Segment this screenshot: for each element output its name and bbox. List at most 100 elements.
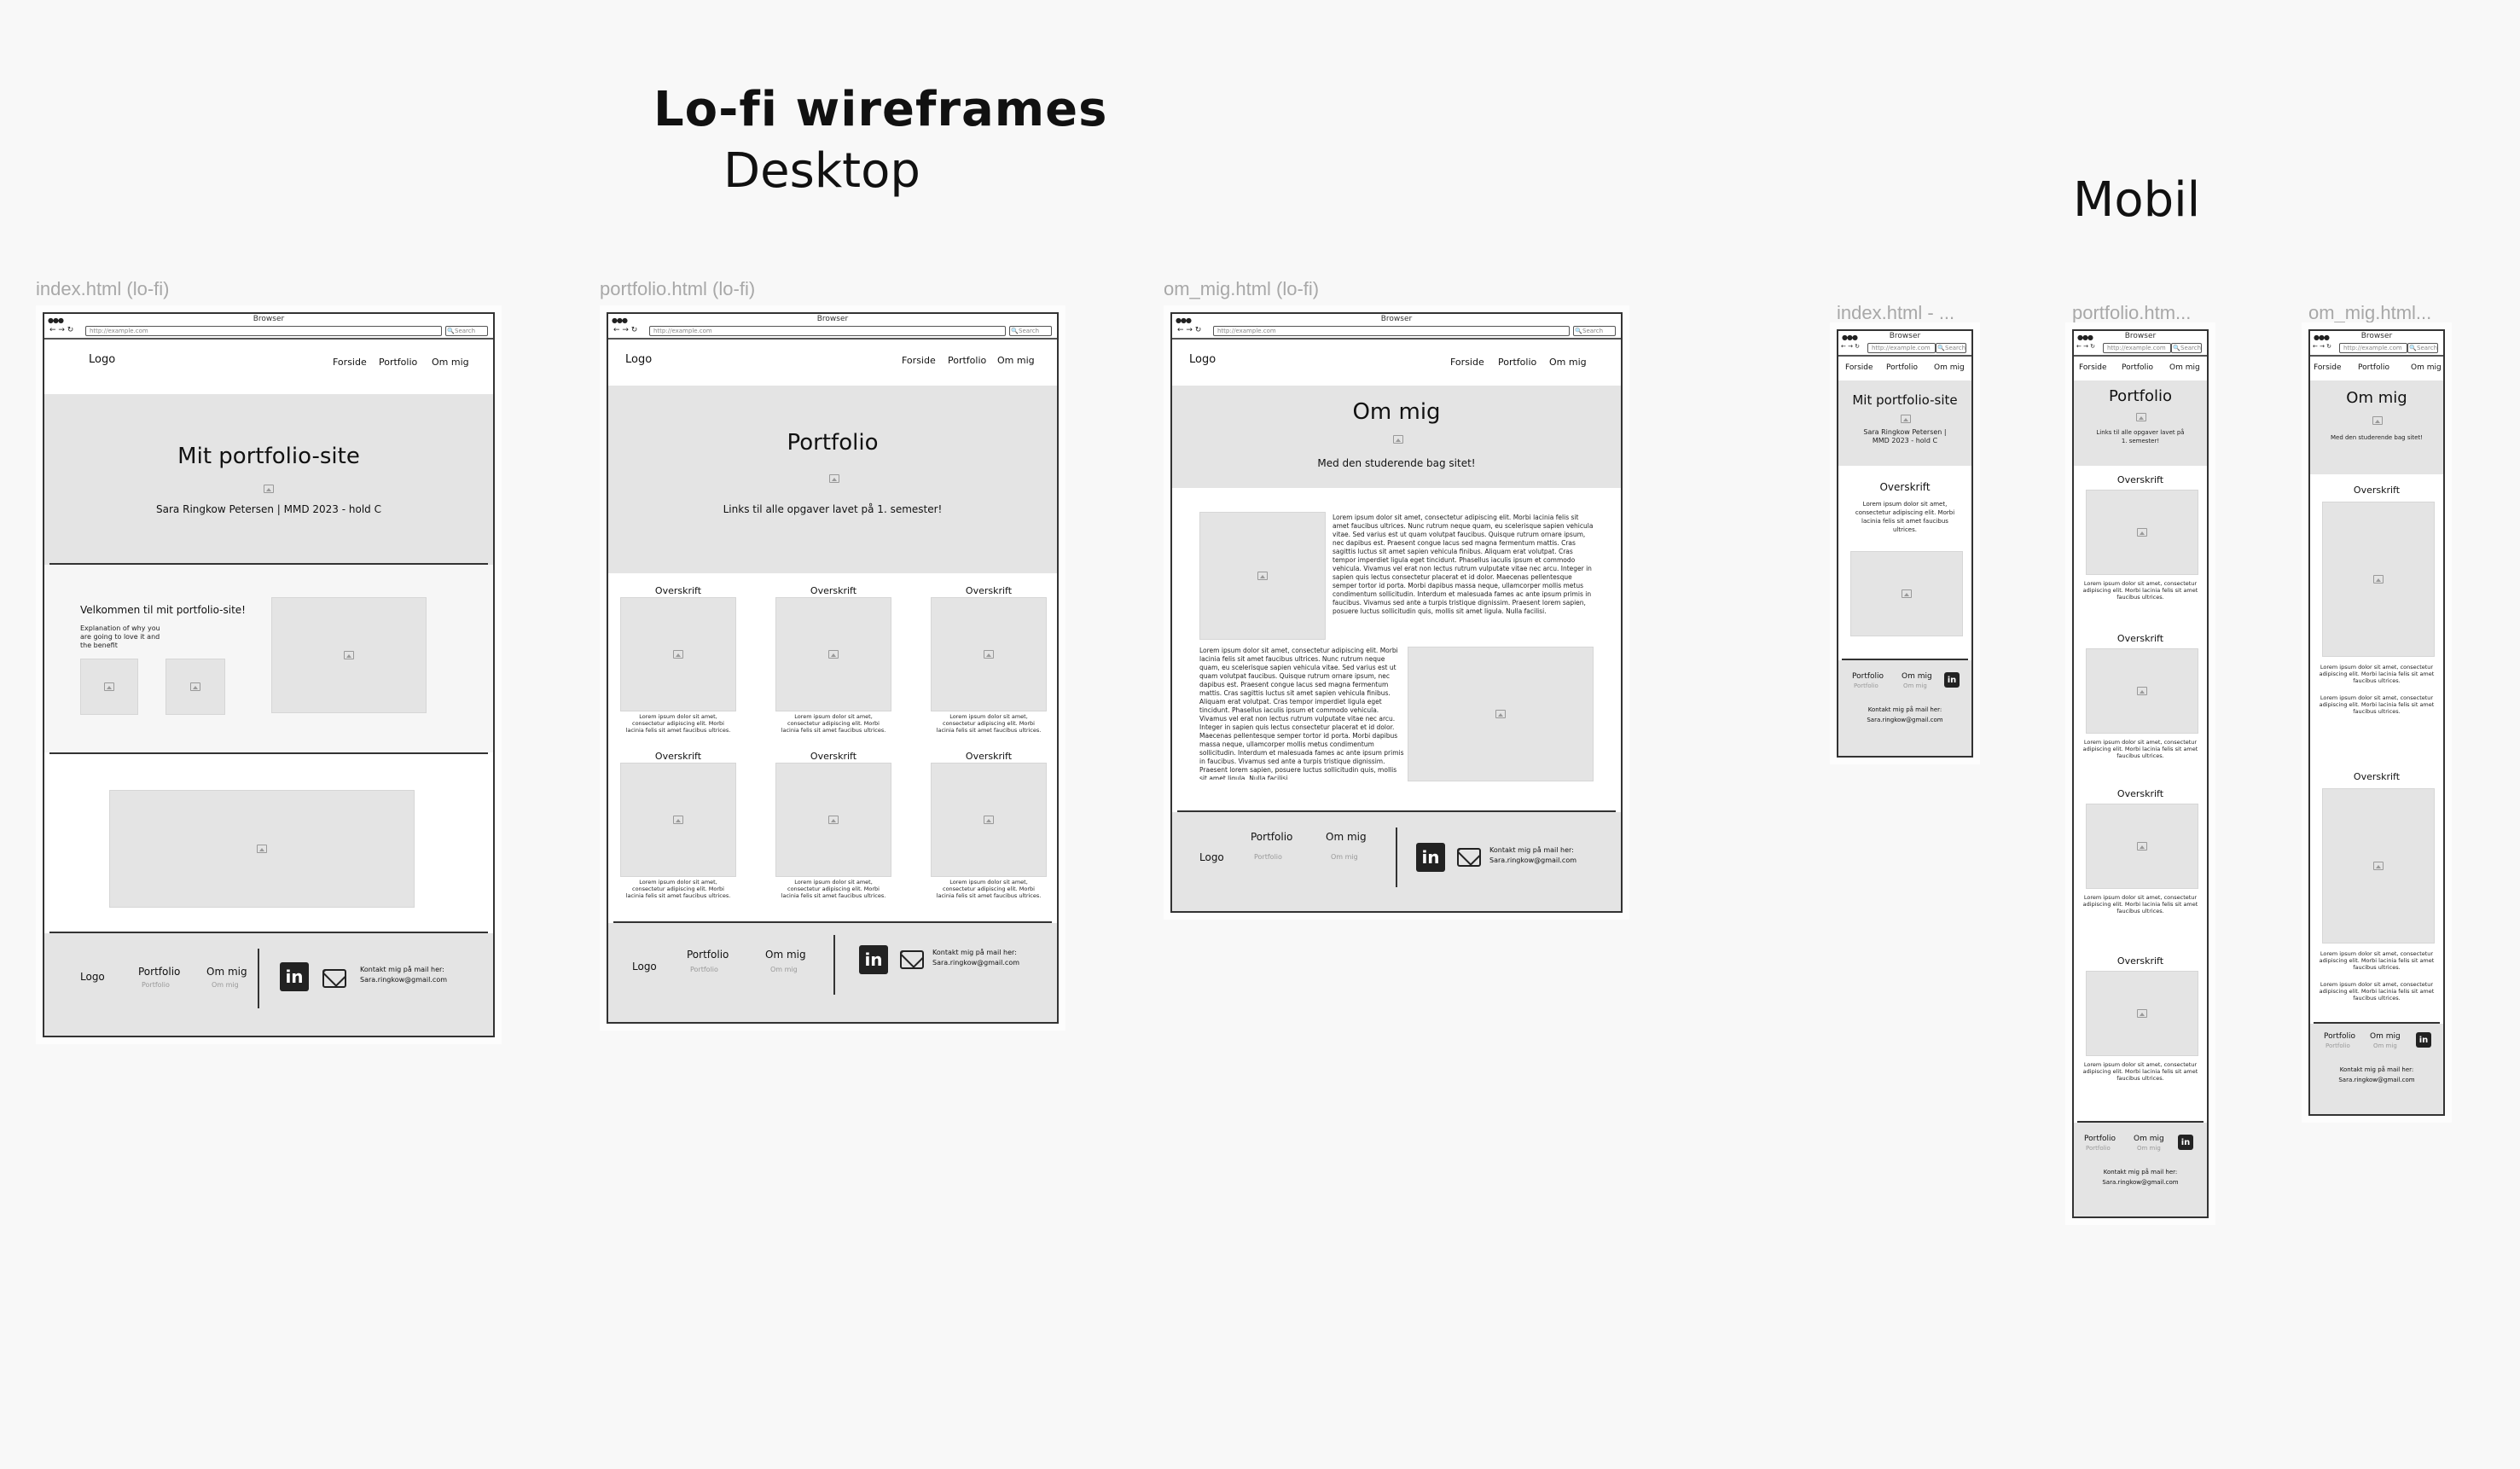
url-bar[interactable]: http://example.com xyxy=(1213,326,1570,336)
linkedin-icon[interactable]: in xyxy=(2178,1135,2193,1150)
nav-om-mig[interactable]: Om mig xyxy=(1934,363,1965,372)
frame-mobile-om-mig[interactable]: ●●● Browser ← → ↻ http://example.com Sea… xyxy=(2308,329,2445,1116)
linkedin-icon[interactable]: in xyxy=(1944,672,1960,688)
card-text: Lorem ipsum dolor sit amet, consectetur … xyxy=(2082,580,2198,601)
hero-section: Mit portfolio-site Sara Ringkow Petersen… xyxy=(44,394,493,565)
footer-link-portfolio[interactable]: Portfolio xyxy=(1852,672,1884,681)
footer-separator xyxy=(833,935,835,995)
footer-link-om-mig[interactable]: Om mig xyxy=(2134,1135,2164,1143)
section-text: Lorem ipsum dolor sit amet, consectetur … xyxy=(2319,981,2435,1002)
nav-forside[interactable]: Forside xyxy=(1845,363,1873,372)
url-bar[interactable]: http://example.com xyxy=(2339,343,2407,353)
frame-label-mobile-index[interactable]: index.html - ... xyxy=(1837,302,1973,324)
browser-nav-icons[interactable]: ← → ↻ xyxy=(2076,343,2095,350)
hero-section: Mit portfolio-site Sara Ringkow Petersen… xyxy=(1838,380,1971,466)
hero-title: Portfolio xyxy=(787,430,879,456)
footer-link-om-mig[interactable]: Om mig xyxy=(2370,1032,2401,1041)
frame-label-portfolio[interactable]: portfolio.html (lo-fi) xyxy=(600,278,755,300)
footer-email[interactable]: Sara.ringkow@gmail.com xyxy=(2074,1179,2207,1186)
footer-email[interactable]: Sara.ringkow@gmail.com xyxy=(1489,856,1576,864)
nav-om-mig[interactable]: Om mig xyxy=(2411,363,2442,372)
footer-link-om-mig[interactable]: Om mig xyxy=(1326,831,1367,843)
footer-logo[interactable]: Logo xyxy=(1199,851,1224,863)
search-box[interactable]: Search xyxy=(1009,326,1052,336)
footer-sub-portfolio: Portfolio xyxy=(690,966,718,973)
footer-logo[interactable]: Logo xyxy=(632,961,657,973)
footer-contact-text: Kontakt mig på mail her: xyxy=(1489,846,1574,854)
nav-forside[interactable]: Forside xyxy=(1450,357,1484,368)
search-box[interactable]: Search xyxy=(2407,343,2438,353)
frame-om-mig[interactable]: ●●● Browser ← → ↻ http://example.com Sea… xyxy=(1170,312,1623,913)
frame-label-mobile-portfolio[interactable]: portfolio.htm... xyxy=(2072,302,2209,324)
url-bar[interactable]: http://example.com xyxy=(85,326,442,336)
frame-label-index[interactable]: index.html (lo-fi) xyxy=(36,278,169,300)
footer-link-portfolio[interactable]: Portfolio xyxy=(687,949,729,961)
url-bar[interactable]: http://example.com xyxy=(649,326,1006,336)
footer-sub-portfolio: Portfolio xyxy=(2325,1042,2350,1049)
browser-nav-icons[interactable]: ← → ↻ xyxy=(1177,326,1201,334)
search-box[interactable]: Search xyxy=(2171,343,2202,353)
linkedin-icon[interactable]: in xyxy=(1416,843,1445,872)
nav-portfolio[interactable]: Portfolio xyxy=(948,355,986,366)
search-box[interactable]: Search xyxy=(1936,343,1966,353)
linkedin-icon[interactable]: in xyxy=(2416,1032,2431,1048)
nav-portfolio[interactable]: Portfolio xyxy=(379,357,417,368)
footer-email[interactable]: Sara.ringkow@gmail.com xyxy=(932,959,1019,967)
card-title: Overskrift xyxy=(965,585,1013,596)
logo[interactable]: Logo xyxy=(1189,353,1216,366)
linkedin-icon[interactable]: in xyxy=(859,945,888,974)
footer-link-portfolio[interactable]: Portfolio xyxy=(138,966,180,978)
footer-link-portfolio[interactable]: Portfolio xyxy=(2324,1032,2355,1041)
url-bar[interactable]: http://example.com xyxy=(1867,343,1936,353)
footer-link-portfolio[interactable]: Portfolio xyxy=(2084,1135,2116,1143)
browser-chrome: ●●● Browser ← → ↻ http://example.com Sea… xyxy=(44,314,493,340)
frame-label-mobile-om-mig[interactable]: om_mig.html... xyxy=(2308,302,2445,324)
nav-forside[interactable]: Forside xyxy=(902,355,936,366)
mail-icon[interactable] xyxy=(1457,848,1481,867)
search-box[interactable]: Search xyxy=(445,326,488,336)
logo[interactable]: Logo xyxy=(625,353,652,366)
footer-email[interactable]: Sara.ringkow@gmail.com xyxy=(360,976,447,984)
nav-portfolio[interactable]: Portfolio xyxy=(1886,363,1918,372)
nav-forside[interactable]: Forside xyxy=(333,357,367,368)
nav-om-mig[interactable]: Om mig xyxy=(432,357,469,368)
footer-email[interactable]: Sara.ringkow@gmail.com xyxy=(1838,717,1971,723)
linkedin-icon[interactable]: in xyxy=(280,962,309,991)
footer-logo[interactable]: Logo xyxy=(80,971,105,983)
footer-email[interactable]: Sara.ringkow@gmail.com xyxy=(2310,1077,2443,1083)
footer: Portfolio Portfolio Om mig Om mig in Kon… xyxy=(2310,1024,2443,1114)
card-text: Lorem ipsum dolor sit amet, consectetur … xyxy=(625,713,731,734)
frame-label-om-mig[interactable]: om_mig.html (lo-fi) xyxy=(1164,278,1319,300)
browser-title: Browser xyxy=(816,315,849,323)
browser-nav-icons[interactable]: ← → ↻ xyxy=(2313,343,2331,350)
url-bar[interactable]: http://example.com xyxy=(2103,343,2171,353)
mail-icon[interactable] xyxy=(322,969,346,988)
nav-portfolio[interactable]: Portfolio xyxy=(2358,363,2389,372)
footer-link-om-mig[interactable]: Om mig xyxy=(765,949,806,961)
nav-forside[interactable]: Forside xyxy=(2079,363,2107,372)
nav-om-mig[interactable]: Om mig xyxy=(2169,363,2200,372)
footer-sub-om-mig: Om mig xyxy=(212,981,239,989)
image-placeholder xyxy=(2086,804,2198,889)
frame-index[interactable]: ●●● Browser ← → ↻ http://example.com Sea… xyxy=(43,312,495,1037)
nav-om-mig[interactable]: Om mig xyxy=(1549,357,1587,368)
frame-portfolio[interactable]: ●●● Browser ← → ↻ http://example.com Sea… xyxy=(607,312,1059,1024)
nav-forside[interactable]: Forside xyxy=(2314,363,2342,372)
browser-nav-icons[interactable]: ← → ↻ xyxy=(1841,343,1860,350)
frame-mobile-index[interactable]: ●●● Browser ← → ↻ http://example.com Sea… xyxy=(1837,329,1973,758)
nav-portfolio[interactable]: Portfolio xyxy=(1498,357,1536,368)
frame-mobile-portfolio[interactable]: ●●● Browser ← → ↻ http://example.com Sea… xyxy=(2072,329,2209,1218)
image-placeholder xyxy=(775,597,891,711)
mail-icon[interactable] xyxy=(900,950,924,969)
nav-portfolio[interactable]: Portfolio xyxy=(2122,363,2153,372)
footer-link-om-mig[interactable]: Om mig xyxy=(206,966,247,978)
search-box[interactable]: Search xyxy=(1573,326,1616,336)
browser-nav-icons[interactable]: ← → ↻ xyxy=(49,326,73,334)
nav-om-mig[interactable]: Om mig xyxy=(997,355,1035,366)
browser-title: Browser xyxy=(2360,332,2393,340)
logo[interactable]: Logo xyxy=(89,353,115,366)
footer-link-portfolio[interactable]: Portfolio xyxy=(1251,831,1292,843)
browser-nav-icons[interactable]: ← → ↻ xyxy=(613,326,637,334)
footer-link-om-mig[interactable]: Om mig xyxy=(1902,672,1932,681)
card-text: Lorem ipsum dolor sit amet, consectetur … xyxy=(781,879,886,899)
